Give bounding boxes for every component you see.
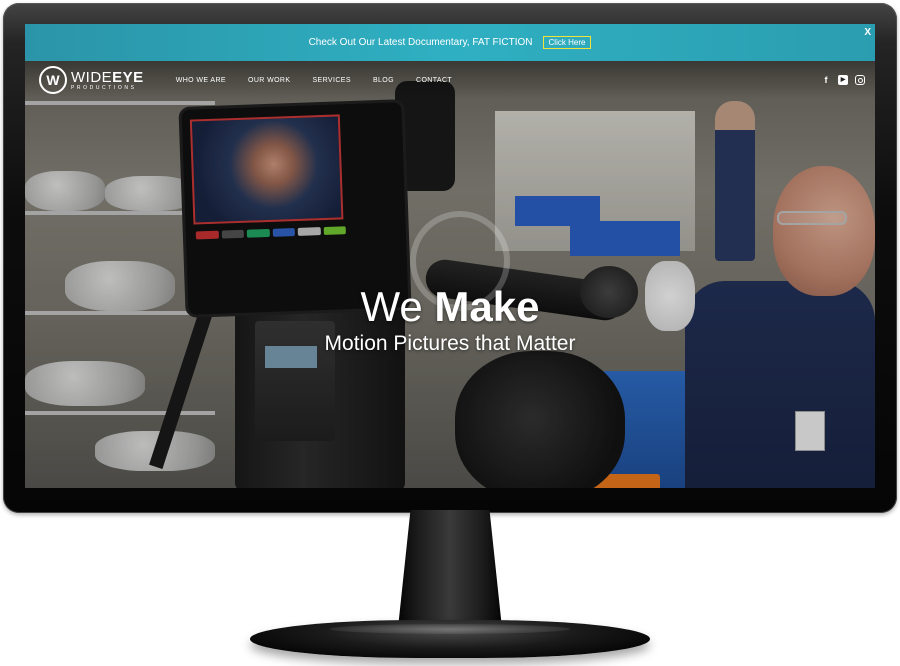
logo-name: WIDEEYE [71,70,144,85]
logo-mark: W [39,66,67,94]
logo-wordmark: WIDEEYE PRODUCTIONS [71,70,144,91]
announcement-bar: Check Out Our Latest Documentary, FAT FI… [25,24,875,61]
facebook-icon[interactable]: f [821,75,831,85]
monitor-screen: Check Out Our Latest Documentary, FAT FI… [25,24,875,488]
hero-background [25,61,875,488]
social-links: f ▶ [821,75,865,85]
nav-services[interactable]: SERVICES [312,77,350,84]
hero-title-bold: Make [434,283,540,330]
hero-title: We Make [25,284,875,330]
monitor-stand-highlight [330,624,570,634]
announcement-text: Check Out Our Latest Documentary, FAT FI… [308,37,533,48]
click-here-button[interactable]: Click Here [542,36,592,49]
nav-links: WHO WE ARE OUR WORK SERVICES BLOG CONTAC… [176,77,452,84]
instagram-icon[interactable] [855,75,865,85]
hero-subtitle: Motion Pictures that Matter [324,332,576,355]
nav-contact[interactable]: CONTACT [416,77,452,84]
logo-subtitle: PRODUCTIONS [71,84,137,91]
hero-headline: We Make Motion Pictures that Matter [25,284,875,356]
site-logo[interactable]: W WIDEEYE PRODUCTIONS [39,66,144,94]
nav-blog[interactable]: BLOG [373,77,394,84]
nav-our-work[interactable]: OUR WORK [248,77,290,84]
monitor-stand-neck [398,510,502,628]
main-nav: W WIDEEYE PRODUCTIONS WHO WE ARE OUR WOR… [25,61,875,99]
hero-title-light: We [360,283,435,330]
logo-name-light: WIDE [71,68,113,86]
nav-who-we-are[interactable]: WHO WE ARE [176,77,226,84]
logo-name-bold: EYE [112,68,144,86]
close-icon[interactable]: X [864,27,871,38]
youtube-icon[interactable]: ▶ [838,75,848,85]
